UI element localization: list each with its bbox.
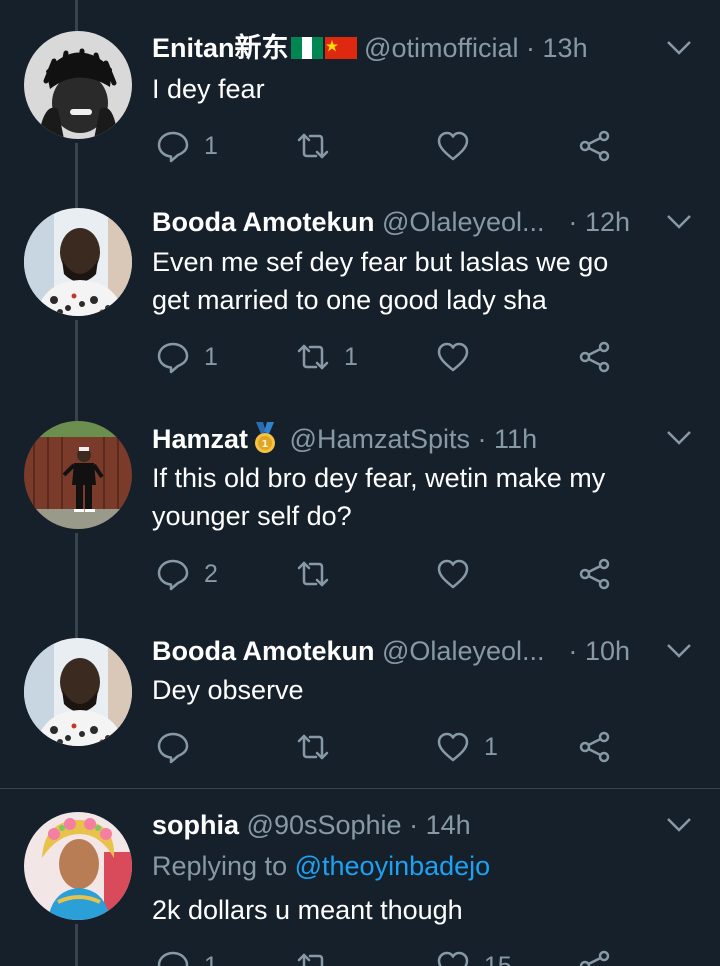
avatar[interactable]	[24, 812, 132, 920]
timestamp[interactable]: 14h	[426, 810, 471, 840]
replying-to: Replying to @theoyinbadejo	[152, 847, 660, 885]
retweet-icon	[297, 953, 324, 966]
reply-count: 1	[204, 951, 218, 966]
reply-button[interactable]: 1	[156, 946, 218, 966]
tweet-actions: 1 15	[152, 946, 652, 966]
tweet-header: sophia @90sSophie · 14h	[152, 808, 660, 842]
chevron-down-icon[interactable]	[666, 817, 692, 833]
separator-dot: ·	[409, 810, 419, 840]
like-button[interactable]: 15	[436, 946, 512, 966]
heart-icon	[437, 951, 469, 966]
conversation-timeline: Enitan新东 @otimofficial · 13h I dey fear …	[0, 0, 720, 966]
tweet-text-line: 2k dollars u meant though	[152, 895, 463, 925]
tweet[interactable]: sophia @90sSophie · 14h Replying to @the…	[0, 0, 720, 966]
display-name[interactable]: sophia	[152, 810, 239, 840]
retweet-button[interactable]	[296, 946, 344, 966]
replying-to-handle[interactable]: @theoyinbadejo	[295, 851, 491, 881]
like-count: 15	[484, 951, 512, 966]
avatar-image	[24, 812, 132, 920]
tweet-text: 2k dollars u meant though	[152, 891, 660, 929]
share-icon	[579, 950, 610, 966]
user-handle[interactable]: @90sSophie	[247, 810, 402, 840]
reply-icon	[157, 951, 189, 966]
share-button[interactable]	[578, 946, 612, 966]
replying-to-label: Replying to	[152, 851, 288, 881]
